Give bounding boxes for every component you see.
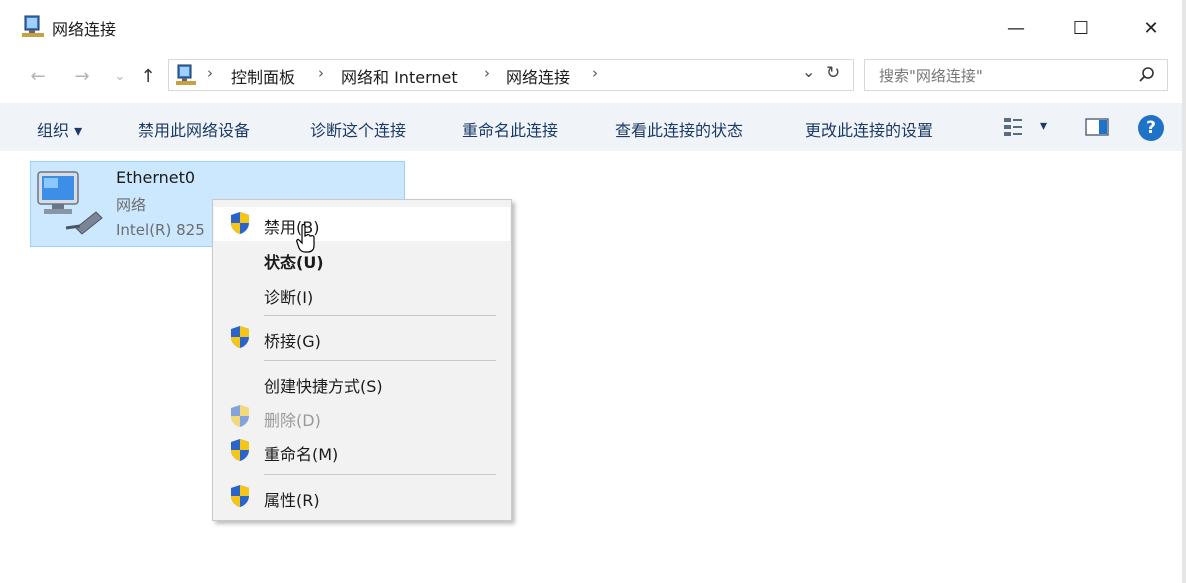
breadcrumb-network-internet[interactable]: 网络和 Internet [341, 64, 458, 88]
mouse-cursor-icon [296, 224, 315, 253]
uac-shield-icon [231, 485, 249, 507]
uac-shield-icon [231, 326, 249, 348]
uac-shield-icon [231, 212, 249, 234]
organize-menu-button[interactable]: 组织 ▾ [37, 117, 82, 141]
menu-separator [264, 360, 496, 361]
forward-arrow-icon[interactable]: → [68, 62, 96, 90]
uac-shield-icon [231, 439, 249, 461]
breadcrumb-separator: › [592, 64, 598, 82]
diagnose-connection-button[interactable]: 诊断这个连接 [310, 117, 406, 141]
menu-item-rename[interactable]: 重命名(M) [264, 441, 338, 465]
maximize-button[interactable]: ☐ [1058, 8, 1104, 48]
connection-device: Intel(R) 825 [116, 221, 205, 239]
control-panel-icon [176, 64, 196, 85]
menu-separator [264, 474, 496, 475]
search-icon[interactable] [1138, 66, 1156, 84]
disable-device-button[interactable]: 禁用此网络设备 [138, 117, 250, 141]
breadcrumb-separator: › [484, 64, 490, 82]
view-options-icon[interactable] [1003, 117, 1023, 137]
breadcrumb-network-connections[interactable]: 网络连接 [506, 64, 570, 88]
breadcrumb-control-panel[interactable]: 控制面板 [231, 64, 295, 88]
view-dropdown-icon[interactable]: ▾ [1040, 118, 1047, 134]
change-settings-button[interactable]: 更改此连接的设置 [805, 117, 933, 141]
breadcrumb-separator: › [207, 64, 213, 82]
help-icon[interactable]: ? [1138, 115, 1164, 141]
menu-item-properties[interactable]: 属性(R) [264, 487, 320, 511]
close-button[interactable]: ✕ [1128, 8, 1174, 48]
network-connections-icon [22, 15, 44, 37]
address-dropdown-icon[interactable]: ⌄ [802, 62, 815, 81]
context-menu-hover-highlight [214, 207, 510, 241]
uac-shield-icon [231, 405, 249, 427]
up-arrow-icon[interactable]: ↑ [134, 62, 162, 90]
connection-name: Ethernet0 [116, 168, 196, 187]
view-status-button[interactable]: 查看此连接的状态 [615, 117, 743, 141]
rename-connection-button[interactable]: 重命名此连接 [462, 117, 558, 141]
menu-item-delete: 删除(D) [264, 411, 321, 430]
ethernet-adapter-icon [37, 171, 103, 235]
search-placeholder: 搜索"网络连接" [879, 67, 983, 85]
recent-locations-icon[interactable]: ⌄ [106, 62, 134, 90]
window-edge [1182, 0, 1186, 583]
back-arrow-icon[interactable]: ← [24, 62, 52, 90]
breadcrumb-separator: › [318, 64, 324, 82]
menu-item-bridge[interactable]: 桥接(G) [264, 328, 321, 352]
menu-item-diagnose[interactable]: 诊断(I) [264, 284, 313, 308]
preview-pane-icon[interactable] [1085, 117, 1109, 137]
minimize-button[interactable]: — [993, 8, 1039, 48]
menu-item-create-shortcut[interactable]: 创建快捷方式(S) [264, 373, 383, 397]
menu-separator [264, 315, 496, 316]
connection-type: 网络 [116, 196, 147, 214]
window-title: 网络连接 [52, 20, 117, 39]
refresh-icon[interactable]: ↻ [826, 63, 840, 83]
